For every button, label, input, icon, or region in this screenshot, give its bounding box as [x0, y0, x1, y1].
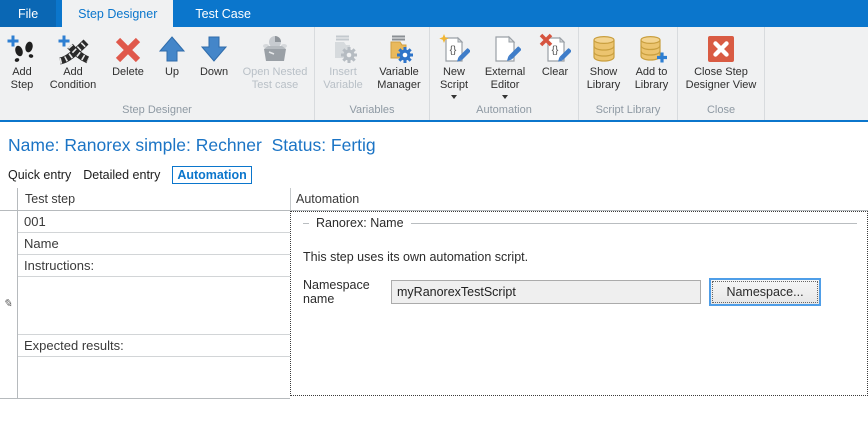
external-editor-label: External Editor: [477, 66, 533, 92]
test-step-header: Test step: [0, 188, 290, 211]
add-step-icon: [6, 32, 38, 66]
move-down-label: Down: [200, 66, 228, 79]
ribbon-tab-bar: File Step Designer Test Case: [0, 0, 868, 27]
grid-row-step-number[interactable]: 001: [18, 211, 290, 233]
tab-detailed-entry[interactable]: Detailed entry: [83, 168, 160, 182]
add-step-button[interactable]: Add Step: [1, 27, 43, 92]
move-up-label: Up: [165, 66, 179, 79]
split-panes: Test step ✎ 001 Name Instructions: Expec…: [0, 188, 868, 399]
close-step-designer-view-button[interactable]: Close Step Designer View: [679, 27, 763, 92]
tab-file[interactable]: File: [0, 0, 56, 27]
group-label-variables: Variables: [316, 103, 428, 120]
add-to-library-label: Add to Library: [627, 66, 676, 92]
app-window: File Step Designer Test Case: [0, 0, 868, 447]
namespace-input[interactable]: [391, 280, 701, 304]
add-condition-label: Add Condition: [43, 66, 103, 92]
external-editor-icon: [489, 32, 521, 66]
add-to-library-button[interactable]: Add to Library: [627, 27, 676, 92]
ribbon-group-automation: {} New Script: [430, 27, 579, 120]
new-script-button[interactable]: {} New Script: [431, 27, 477, 99]
close-view-icon: [705, 32, 737, 66]
view-tab-strip: Quick entry Detailed entry Automation: [8, 165, 868, 185]
clear-script-button[interactable]: {} Clear: [533, 27, 577, 79]
arrow-up-icon: [156, 32, 188, 66]
group-label-step-designer: Step Designer: [1, 103, 313, 120]
external-editor-button[interactable]: External Editor: [477, 27, 533, 99]
external-editor-dropdown-icon[interactable]: [502, 95, 508, 99]
clear-script-icon: {}: [539, 32, 571, 66]
row-header-gutter: [0, 188, 18, 210]
automation-header-label: Automation: [296, 192, 359, 206]
open-nested-test-case-label: Open Nested Test case: [237, 66, 313, 92]
row-edit-pencil-icon: ✎: [3, 297, 12, 310]
main-content: Name: Ranorex simple: Rechner Status: Fe…: [0, 122, 868, 399]
move-down-button[interactable]: Down: [191, 27, 237, 79]
tab-automation[interactable]: Automation: [172, 166, 251, 184]
grid-row-expected-results-label[interactable]: Expected results:: [18, 335, 290, 357]
delete-label: Delete: [112, 66, 144, 79]
ribbon-group-close: Close Step Designer View Close: [678, 27, 765, 120]
clear-script-label: Clear: [542, 66, 568, 79]
automation-description: This step uses its own automation script…: [303, 250, 857, 264]
svg-text:{}: {}: [450, 45, 457, 56]
tab-test-case[interactable]: Test Case: [179, 0, 267, 27]
add-to-library-icon: [636, 32, 668, 66]
add-condition-icon: [57, 32, 89, 66]
grid-row-instructions-value[interactable]: [18, 277, 290, 335]
insert-variable-label: Insert Variable: [316, 66, 370, 92]
open-nested-test-case-icon: [259, 32, 291, 66]
test-step-pane: Test step ✎ 001 Name Instructions: Expec…: [0, 188, 290, 399]
grid-row-expected-results-value[interactable]: [18, 357, 290, 398]
ribbon-group-variables: Insert Variable: [315, 27, 430, 120]
page-title: Name: Ranorex simple: Rechner Status: Fe…: [0, 122, 868, 165]
delete-icon: [112, 32, 144, 66]
insert-variable-icon: [327, 32, 359, 66]
automation-panel-body: Ranorex: Name This step uses its own aut…: [290, 211, 868, 396]
open-nested-test-case-button[interactable]: Open Nested Test case: [237, 27, 313, 92]
groupbox-legend: Ranorex: Name: [303, 216, 857, 230]
groupbox-title: Ranorex: Name: [316, 216, 404, 230]
grid-row-gutter: ✎: [0, 211, 18, 398]
add-condition-button[interactable]: Add Condition: [43, 27, 103, 92]
close-step-designer-view-label: Close Step Designer View: [679, 66, 763, 92]
delete-button[interactable]: Delete: [103, 27, 153, 79]
namespace-label: Namespace name: [303, 278, 391, 306]
new-script-label: New Script: [431, 66, 477, 92]
show-library-label: Show Library: [580, 66, 627, 92]
insert-variable-button[interactable]: Insert Variable: [316, 27, 370, 92]
grid-row-name[interactable]: Name: [18, 233, 290, 255]
automation-header: Automation: [290, 188, 868, 211]
show-library-icon: [588, 32, 620, 66]
namespace-button[interactable]: Namespace...: [709, 278, 821, 306]
legend-line-left: [303, 223, 309, 224]
ribbon-group-step-designer: Add Step Ad: [0, 27, 315, 120]
variable-manager-icon: [383, 32, 415, 66]
ribbon: Add Step Ad: [0, 27, 868, 122]
move-up-button[interactable]: Up: [153, 27, 191, 79]
arrow-down-icon: [198, 32, 230, 66]
variable-manager-label: Variable Manager: [370, 66, 428, 92]
new-script-dropdown-icon[interactable]: [451, 95, 457, 99]
test-step-header-label: Test step: [18, 192, 75, 206]
variable-manager-button[interactable]: Variable Manager: [370, 27, 428, 92]
automation-pane: Automation Ranorex: Name This step uses …: [290, 188, 868, 399]
tab-quick-entry[interactable]: Quick entry: [8, 168, 71, 182]
grid-row-instructions-label[interactable]: Instructions:: [18, 255, 290, 277]
namespace-row: Namespace name Namespace...: [303, 278, 857, 306]
new-script-icon: {}: [438, 32, 470, 66]
test-step-grid: ✎ 001 Name Instructions: Expected result…: [0, 211, 290, 399]
legend-line-right: [411, 223, 857, 224]
group-label-script-library: Script Library: [580, 103, 676, 120]
svg-text:{}: {}: [552, 45, 559, 56]
show-library-button[interactable]: Show Library: [580, 27, 627, 92]
tab-step-designer[interactable]: Step Designer: [62, 0, 173, 27]
group-label-close: Close: [679, 103, 763, 120]
ribbon-group-script-library: Show Library Add to Library Script Libra…: [579, 27, 678, 120]
add-step-label: Add Step: [1, 66, 43, 92]
group-label-automation: Automation: [431, 103, 577, 120]
